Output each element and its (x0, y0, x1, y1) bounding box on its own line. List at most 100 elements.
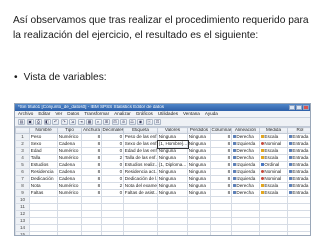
cell-nombre[interactable]: Faltas (29, 189, 58, 197)
maximize-button[interactable] (296, 105, 302, 110)
cell-alineacion[interactable]: Derecha (231, 189, 260, 197)
empty-cell[interactable] (231, 210, 260, 218)
column-header-perdidos[interactable]: Perdidos (187, 127, 211, 134)
cell-medida[interactable]: Escala (259, 133, 288, 141)
use-sets-icon[interactable]: ⊡ (154, 119, 161, 125)
cell-tipo[interactable]: Numérico (57, 147, 82, 155)
menu-item-utilidades[interactable]: Utilidades (158, 111, 178, 117)
cell-etiqueta[interactable]: Talla de las enf... (123, 154, 158, 162)
empty-cell[interactable] (81, 231, 102, 235)
row-number[interactable]: 12 (15, 210, 30, 218)
cell-valores[interactable]: Ninguna (157, 133, 188, 141)
empty-cell[interactable] (210, 203, 232, 211)
empty-cell[interactable] (259, 203, 288, 211)
empty-cell[interactable] (123, 231, 158, 235)
empty-cell[interactable] (29, 210, 58, 218)
row-number[interactable]: 14 (15, 224, 30, 232)
empty-cell[interactable] (187, 196, 211, 204)
empty-cell[interactable] (123, 210, 158, 218)
empty-cell[interactable] (157, 196, 188, 204)
cell-alineacion[interactable]: Derecha (231, 182, 260, 190)
minimize-button[interactable] (289, 105, 295, 110)
cell-anchura[interactable]: 8 (81, 161, 102, 169)
value-labels-icon[interactable]: ⓐ (145, 119, 153, 125)
table-row[interactable]: 11 (15, 203, 310, 211)
empty-cell[interactable] (57, 217, 82, 225)
column-header-anchura[interactable]: Anchura (81, 127, 102, 134)
cell-tipo[interactable]: Cadena (57, 161, 82, 169)
cell-columnas[interactable]: 8 (210, 175, 232, 183)
cell-tipo[interactable]: Cadena (57, 168, 82, 176)
empty-cell[interactable] (259, 231, 288, 235)
cell-alineacion[interactable]: Derecha (231, 133, 260, 141)
cell-nombre[interactable]: Sexo (29, 140, 58, 148)
empty-cell[interactable] (101, 203, 124, 211)
table-row[interactable]: 9 Faltas Numérico 8 0 Faltas de asist... Ningu… (15, 189, 310, 197)
cell-medida[interactable]: Escala (259, 147, 288, 155)
empty-cell[interactable] (187, 210, 211, 218)
empty-cell[interactable] (231, 231, 260, 235)
table-row[interactable]: 8 Nota Numérico 8 2 Nota del exame... Ninguna N… (15, 182, 310, 190)
empty-cell[interactable] (287, 231, 310, 235)
cell-decimales[interactable]: 0 (101, 175, 124, 183)
cell-perdidos[interactable]: Ninguna (187, 133, 211, 141)
table-row[interactable]: 13 (15, 217, 310, 225)
row-number[interactable]: 5 (15, 161, 30, 169)
table-row[interactable]: 4 Talla Numérico 8 2 Talla de las enf... Ningu… (15, 154, 310, 162)
row-number[interactable]: 4 (15, 154, 30, 162)
empty-cell[interactable] (81, 217, 102, 225)
empty-cell[interactable] (259, 217, 288, 225)
empty-cell[interactable] (157, 210, 188, 218)
row-number[interactable]: 3 (15, 147, 30, 155)
menu-item-ayuda[interactable]: Ayuda (205, 111, 218, 117)
cell-tipo[interactable]: Cadena (57, 140, 82, 148)
find-icon[interactable]: ⌕ (94, 119, 102, 125)
cell-rol[interactable]: Entrada (287, 182, 310, 190)
empty-cell[interactable] (101, 196, 124, 204)
cell-alineacion[interactable]: Izquierda (231, 140, 260, 148)
empty-cell[interactable] (287, 210, 310, 218)
column-header-decimales[interactable]: Decimales (101, 127, 124, 134)
weight-cases-icon[interactable]: ⚖ (128, 119, 136, 125)
cell-anchura[interactable]: 8 (81, 175, 102, 183)
cell-rol[interactable]: Entrada (287, 168, 310, 176)
cell-anchura[interactable]: 8 (81, 154, 102, 162)
cell-alineacion[interactable]: Izquierda (231, 168, 260, 176)
empty-cell[interactable] (287, 217, 310, 225)
dialog-recall-icon[interactable]: ◧ (43, 119, 51, 125)
empty-cell[interactable] (57, 203, 82, 211)
cell-anchura[interactable]: 8 (81, 140, 102, 148)
empty-cell[interactable] (101, 231, 124, 235)
split-file-icon[interactable]: ⊘ (120, 119, 127, 125)
empty-cell[interactable] (81, 196, 102, 204)
print-icon[interactable]: ⎙ (35, 119, 42, 125)
cell-valores[interactable]: Ninguna (157, 189, 188, 197)
cell-columnas[interactable]: 8 (210, 140, 232, 148)
empty-cell[interactable] (210, 231, 232, 235)
empty-cell[interactable] (231, 196, 260, 204)
variables-icon[interactable]: ▦ (86, 119, 93, 125)
menu-item-transformar[interactable]: Transformar (84, 111, 109, 117)
cell-anchura[interactable]: 8 (81, 147, 102, 155)
cell-columnas[interactable]: 8 (210, 182, 232, 190)
cell-nombre[interactable]: Estudios (29, 161, 58, 169)
cell-etiqueta[interactable]: Residencia act... (123, 168, 158, 176)
table-row[interactable]: 5 Estudios Cadena 8 0 Estudios realiz... {1, D… (15, 161, 310, 169)
cell-medida[interactable]: Escala (259, 154, 288, 162)
cell-anchura[interactable]: 8 (81, 168, 102, 176)
empty-cell[interactable] (157, 203, 188, 211)
open-icon[interactable]: ▤ (18, 119, 25, 125)
cell-medida[interactable]: Nominal (259, 175, 288, 183)
cell-rol[interactable]: Entrada (287, 189, 310, 197)
table-row[interactable]: 12 (15, 210, 310, 218)
row-number[interactable]: 7 (15, 175, 30, 183)
cell-decimales[interactable]: 2 (101, 182, 124, 190)
row-number[interactable]: 2 (15, 140, 30, 148)
empty-cell[interactable] (57, 196, 82, 204)
table-row[interactable]: 15 (15, 231, 310, 235)
empty-cell[interactable] (123, 196, 158, 204)
menu-item-analizar[interactable]: Analizar (114, 111, 131, 117)
cell-perdidos[interactable]: Ninguna (187, 140, 211, 148)
cell-columnas[interactable]: 8 (210, 189, 232, 197)
menu-item-archivo[interactable]: Archivo (18, 111, 33, 117)
